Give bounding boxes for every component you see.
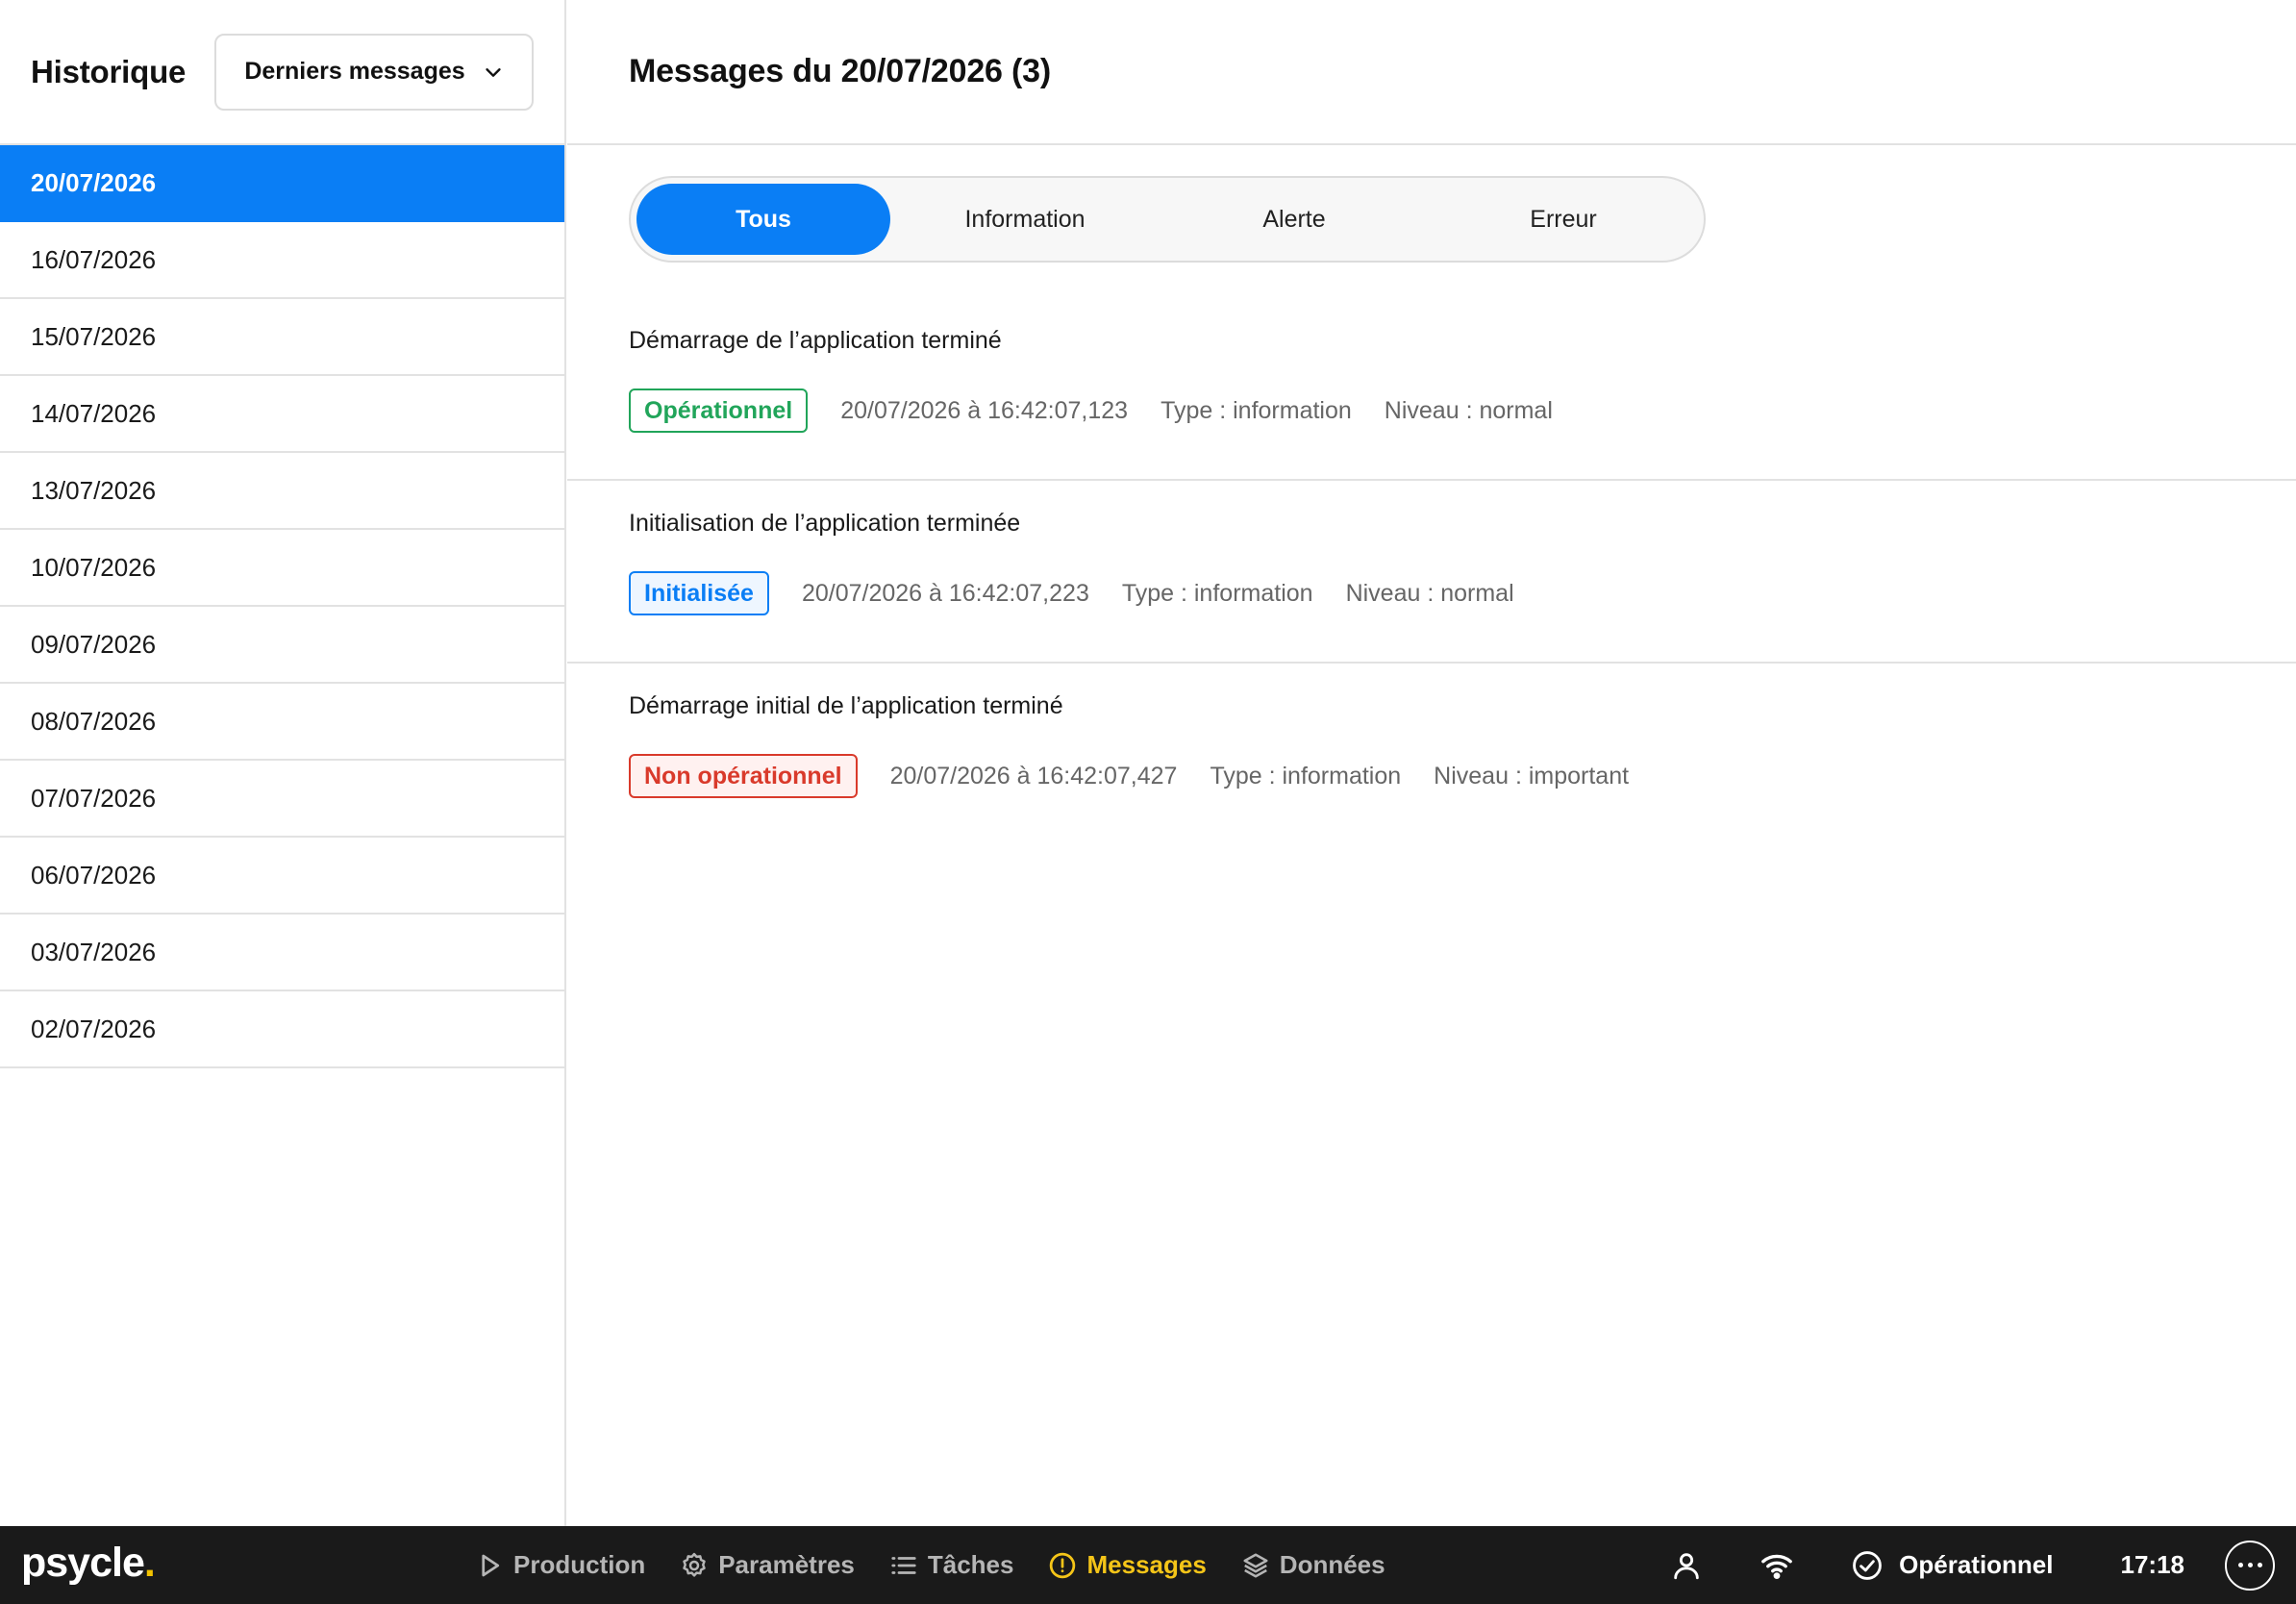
nav-label: Messages <box>1086 1550 1207 1579</box>
message-level: Niveau : normal <box>1384 396 1553 424</box>
logo-dot: . <box>143 1540 156 1586</box>
more-icon-dot <box>2237 1563 2243 1567</box>
dropdown-label: Derniers messages <box>244 58 465 85</box>
list-icon <box>889 1551 918 1580</box>
date-list-item[interactable]: 14/07/2026 <box>0 376 564 453</box>
message-level: Niveau : normal <box>1345 579 1514 607</box>
operational-status[interactable]: Opérationnel <box>1851 1549 2054 1582</box>
nav-label: Production <box>513 1550 646 1579</box>
more-icon-dot <box>2247 1563 2253 1567</box>
bottom-navigation-bar: psycle. Production Paramètres Tâches Messag… <box>0 1526 2296 1604</box>
user-button[interactable] <box>1670 1549 1703 1582</box>
date-list-item[interactable]: 06/07/2026 <box>0 838 564 915</box>
filter-tab-information[interactable]: Information <box>890 184 1160 255</box>
message-row[interactable]: Démarrage de l’application terminé Opérat… <box>567 298 2296 481</box>
alert-circle-icon <box>1048 1551 1077 1580</box>
status-area: Opérationnel 17:18 <box>1670 1526 2296 1604</box>
history-sidebar: Historique Derniers messages 20/07/2026 1… <box>0 0 566 1526</box>
status-badge: Non opérationnel <box>629 754 858 798</box>
message-type: Type : information <box>1210 762 1402 789</box>
message-row[interactable]: Démarrage initial de l’application termi… <box>567 664 2296 846</box>
nav-play-item[interactable]: Production <box>475 1550 645 1580</box>
filter-tab-erreur[interactable]: Erreur <box>1429 184 1698 255</box>
message-meta: Non opérationnel 20/07/2026 à 16:42:07,42… <box>629 754 2296 798</box>
date-list-item[interactable]: 07/07/2026 <box>0 761 564 838</box>
user-icon <box>1674 1552 1699 1579</box>
sidebar-header: Historique Derniers messages <box>0 0 564 145</box>
sidebar-title: Historique <box>31 53 187 89</box>
message-timestamp: 20/07/2026 à 16:42:07,427 <box>889 762 1178 789</box>
date-list-item[interactable]: 09/07/2026 <box>0 607 564 684</box>
message-type-filter: Tous Information Alerte Erreur <box>629 176 1706 263</box>
filter-tab-tous[interactable]: Tous <box>636 184 890 255</box>
message-timestamp: 20/07/2026 à 16:42:07,123 <box>840 396 1129 424</box>
message-range-dropdown[interactable]: Derniers messages <box>214 33 534 111</box>
filter-tab-alerte[interactable]: Alerte <box>1160 184 1429 255</box>
status-badge: Initialisée <box>629 571 769 615</box>
gear-icon <box>680 1551 709 1580</box>
date-list-item[interactable]: 03/07/2026 <box>0 915 564 991</box>
clock: 17:18 <box>2120 1550 2185 1579</box>
nav-list-item[interactable]: Tâches <box>889 1550 1014 1580</box>
date-list-item[interactable]: 16/07/2026 <box>0 222 564 299</box>
message-level: Niveau : important <box>1434 762 1630 789</box>
layers-icon <box>1241 1551 1270 1580</box>
operational-status-label: Opérationnel <box>1899 1550 2054 1579</box>
wifi-icon <box>1761 1554 1793 1579</box>
message-meta: Opérationnel 20/07/2026 à 16:42:07,123 Typ… <box>629 388 2296 433</box>
message-timestamp: 20/07/2026 à 16:42:07,223 <box>801 579 1089 607</box>
status-badge: Opérationnel <box>629 388 809 433</box>
wifi-button[interactable] <box>1760 1549 1793 1582</box>
chevron-down-icon <box>486 67 501 77</box>
message-meta: Initialisée 20/07/2026 à 16:42:07,223 Type… <box>629 571 2296 615</box>
nav-label: Tâches <box>927 1550 1014 1579</box>
message-list: Démarrage de l’application terminé Opérat… <box>567 298 2296 846</box>
message-row[interactable]: Initialisation de l’application terminée… <box>567 481 2296 664</box>
messages-panel: Messages du 20/07/2026 (3) Tous Informati… <box>567 0 2296 1526</box>
message-title: Démarrage initial de l’application termi… <box>629 691 1063 719</box>
date-list-item[interactable]: 10/07/2026 <box>0 530 564 607</box>
nav-layers-item[interactable]: Données <box>1241 1550 1385 1580</box>
nav-label: Paramètres <box>718 1550 855 1579</box>
nav-gear-item[interactable]: Paramètres <box>680 1550 855 1580</box>
message-type: Type : information <box>1160 396 1352 424</box>
message-type: Type : information <box>1121 579 1313 607</box>
message-title: Démarrage de l’application terminé <box>629 326 1002 354</box>
more-options-button[interactable] <box>2225 1540 2275 1591</box>
date-list-item[interactable]: 08/07/2026 <box>0 684 564 761</box>
date-list-item[interactable]: 15/07/2026 <box>0 299 564 376</box>
message-title: Initialisation de l’application terminée <box>629 509 1021 537</box>
nav-label: Données <box>1279 1550 1385 1579</box>
logo-text: psycle <box>21 1540 145 1586</box>
psycle-logo: psycle. <box>21 1540 156 1587</box>
date-list-item[interactable]: 20/07/2026 <box>0 145 564 222</box>
page-title: Messages du 20/07/2026 (3) <box>629 53 1051 89</box>
more-icon-dot <box>2257 1563 2262 1567</box>
check-circle-icon <box>1853 1550 1883 1580</box>
date-list-item[interactable]: 02/07/2026 <box>0 991 564 1068</box>
nav-alert-circle-item[interactable]: Messages <box>1048 1550 1207 1580</box>
date-list: 20/07/2026 16/07/2026 15/07/2026 14/07/2026… <box>0 145 564 1068</box>
play-icon <box>475 1551 504 1580</box>
date-list-item[interactable]: 13/07/2026 <box>0 453 564 530</box>
messages-header: Messages du 20/07/2026 (3) <box>567 0 2296 145</box>
main-nav: Production Paramètres Tâches Messages Donnée… <box>475 1526 1385 1604</box>
